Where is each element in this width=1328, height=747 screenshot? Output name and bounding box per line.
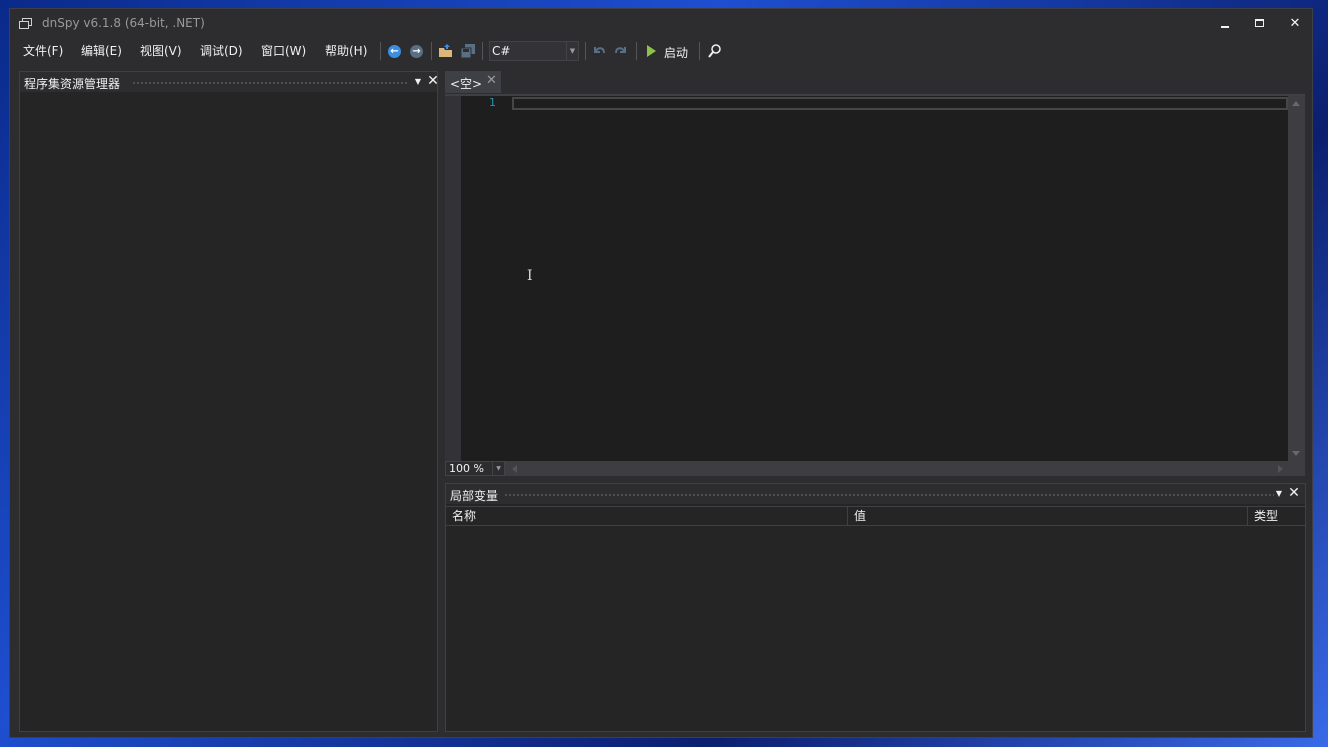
menu-window[interactable]: 窗口(W) — [261, 42, 306, 59]
panel-options-chevron-icon[interactable]: ▼ — [411, 73, 425, 91]
locals-panel: 局部变量 ▼ ✕ 名称 值 类型 — [445, 483, 1306, 732]
toolbar-separator — [636, 42, 637, 60]
scroll-left-icon[interactable] — [512, 465, 517, 473]
column-header-name[interactable]: 名称 — [446, 506, 848, 526]
navigate-forward-button[interactable]: → — [409, 43, 425, 59]
toolbar-separator — [380, 42, 381, 60]
search-button[interactable] — [707, 43, 723, 59]
chevron-down-icon: ▼ — [492, 462, 504, 475]
maximize-button[interactable] — [1242, 9, 1276, 39]
language-select[interactable]: C# ▼ — [489, 41, 579, 61]
title-bar: dnSpy v6.1.8 (64-bit, .NET) ✕ — [10, 9, 1312, 39]
dnspy-window: dnSpy v6.1.8 (64-bit, .NET) ✕ 文件(F) 编辑(E… — [9, 8, 1313, 738]
panel-grip[interactable] — [132, 81, 408, 85]
menu-view[interactable]: 视图(V) — [140, 42, 182, 59]
line-number: 1 — [489, 96, 496, 109]
code-editor[interactable]: 1 I — [445, 94, 1305, 461]
locals-header: 局部变量 ▼ ✕ — [446, 484, 1305, 504]
menu-file[interactable]: 文件(F) — [23, 42, 63, 59]
column-header-label: 值 — [854, 509, 867, 523]
redo-icon — [615, 47, 626, 54]
chevron-down-icon: ▼ — [566, 42, 578, 60]
close-button[interactable]: ✕ — [1278, 9, 1312, 39]
save-all-icon — [460, 44, 475, 59]
scroll-right-icon[interactable] — [1278, 465, 1283, 473]
menu-bar: 文件(F) 编辑(E) 视图(V) 调试(D) 窗口(W) 帮助(H) ← → … — [10, 39, 1312, 63]
toolbar-separator — [699, 42, 700, 60]
minimize-icon — [1221, 26, 1229, 28]
undo-icon — [594, 47, 605, 54]
assembly-explorer-title: 程序集资源管理器 — [24, 77, 121, 91]
column-header-label: 类型 — [1254, 509, 1279, 523]
editor-vertical-scrollbar[interactable] — [1288, 96, 1305, 461]
panel-options-chevron-icon[interactable]: ▼ — [1272, 485, 1286, 503]
save-all-button[interactable] — [460, 43, 476, 59]
start-button[interactable] — [644, 43, 660, 59]
maximize-icon — [1255, 19, 1264, 27]
open-folder-icon — [439, 44, 452, 57]
minimize-button[interactable] — [1208, 9, 1242, 39]
assembly-explorer-panel: 程序集资源管理器 ▼ ✕ — [19, 71, 440, 732]
tab-label: <空> — [450, 77, 483, 91]
panel-close-icon[interactable]: ✕ — [1287, 484, 1301, 502]
language-value: C# — [492, 44, 511, 58]
navigate-back-button[interactable]: ← — [387, 43, 403, 59]
undo-button[interactable] — [591, 43, 607, 59]
menu-debug[interactable]: 调试(D) — [200, 42, 243, 59]
zoom-value: 100 % — [449, 462, 484, 475]
system-menu-icon[interactable] — [19, 18, 33, 30]
panel-close-icon[interactable]: ✕ — [426, 72, 440, 90]
start-label[interactable]: 启动 — [664, 44, 688, 61]
scroll-down-icon[interactable] — [1292, 451, 1300, 456]
editor-gutter — [445, 96, 461, 461]
text-cursor-icon: I — [527, 268, 533, 284]
window-title: dnSpy v6.1.8 (64-bit, .NET) — [42, 16, 205, 30]
toolbar-separator — [585, 42, 586, 60]
tab-empty[interactable]: <空> ✕ — [445, 71, 501, 93]
scroll-up-icon[interactable] — [1292, 101, 1300, 106]
current-line-highlight — [512, 97, 1288, 110]
tab-close-icon[interactable]: ✕ — [486, 73, 497, 88]
forward-arrow-icon: → — [410, 45, 423, 58]
panel-grip[interactable] — [504, 493, 1274, 497]
column-header-label: 名称 — [452, 509, 477, 523]
toolbar-separator — [482, 42, 483, 60]
editor-bottom-bar: 100 % ▼ — [445, 461, 1305, 476]
close-icon: ✕ — [1289, 16, 1301, 31]
column-header-type[interactable]: 类型 — [1248, 506, 1305, 526]
menu-edit[interactable]: 编辑(E) — [81, 42, 122, 59]
toolbar-separator — [431, 42, 432, 60]
menu-help[interactable]: 帮助(H) — [325, 42, 367, 59]
play-icon — [647, 45, 656, 57]
zoom-select[interactable]: 100 % ▼ — [445, 461, 505, 476]
locals-title: 局部变量 — [450, 489, 499, 503]
assembly-explorer-header: 程序集资源管理器 ▼ ✕ — [20, 72, 440, 92]
column-header-value[interactable]: 值 — [848, 506, 1248, 526]
back-arrow-icon: ← — [388, 45, 401, 58]
redo-button[interactable] — [613, 43, 629, 59]
open-button[interactable] — [438, 43, 454, 59]
search-icon — [708, 44, 721, 58]
